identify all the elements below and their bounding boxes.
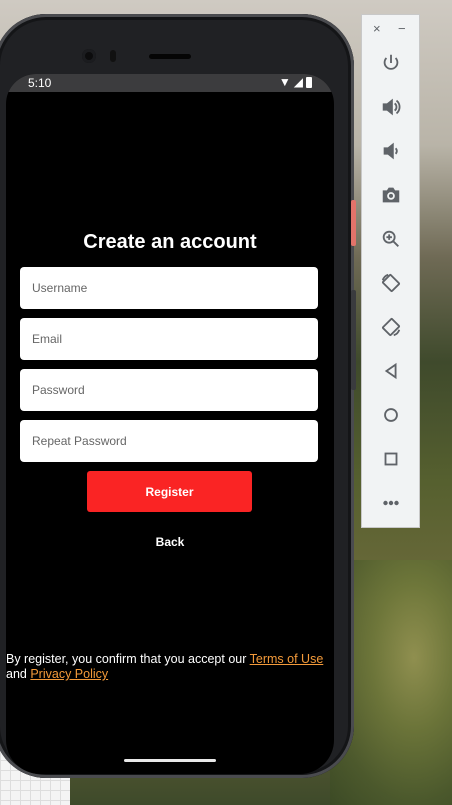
zoom-icon[interactable] — [374, 222, 408, 256]
repeat-password-field[interactable] — [20, 420, 318, 462]
proximity-sensor — [110, 50, 116, 62]
wifi-icon: ▼ — [278, 75, 291, 89]
overview-icon[interactable] — [374, 442, 408, 476]
page-title: Create an account — [83, 231, 257, 253]
camera-icon[interactable] — [374, 178, 408, 212]
volume-up-icon[interactable] — [374, 90, 408, 124]
more-icon[interactable] — [374, 486, 408, 520]
password-field[interactable] — [20, 369, 318, 411]
username-field[interactable] — [20, 267, 318, 309]
legal-middle: and — [6, 667, 31, 681]
home-icon[interactable] — [374, 398, 408, 432]
status-bar: 5:10 ▼ ◢ — [6, 74, 334, 92]
back-button[interactable]: Back — [130, 532, 210, 552]
phone-frame: 5:10 ▼ ◢ Create an account Register Back… — [0, 14, 354, 778]
status-icons: ▼ ◢ — [279, 75, 312, 89]
volume-down-icon[interactable] — [374, 134, 408, 168]
legal-prefix: By register, you confirm that you accept… — [6, 652, 250, 666]
register-button[interactable]: Register — [87, 471, 252, 512]
terms-of-use-link[interactable]: Terms of Use — [250, 652, 324, 666]
rotate-left-icon[interactable] — [374, 266, 408, 300]
front-camera — [82, 49, 96, 63]
status-time: 5:10 — [28, 76, 52, 90]
power-icon[interactable] — [374, 46, 408, 80]
emulator-toolbar: × − — [361, 14, 420, 528]
legal-notice: By register, you confirm that you accept… — [6, 652, 334, 682]
battery-icon — [306, 76, 312, 88]
rotate-right-icon[interactable] — [374, 310, 408, 344]
home-indicator[interactable] — [124, 759, 216, 762]
phone-power-key — [351, 200, 356, 246]
signal-icon: ◢ — [293, 75, 303, 89]
minimize-icon[interactable]: − — [398, 21, 406, 36]
app-screen: 5:10 ▼ ◢ Create an account Register Back… — [6, 74, 334, 774]
email-field[interactable] — [20, 318, 318, 360]
phone-speaker — [149, 54, 191, 59]
privacy-policy-link[interactable]: Privacy Policy — [30, 667, 108, 681]
phone-volume-key — [351, 290, 356, 390]
close-icon[interactable]: × — [373, 21, 381, 36]
back-icon[interactable] — [374, 354, 408, 388]
